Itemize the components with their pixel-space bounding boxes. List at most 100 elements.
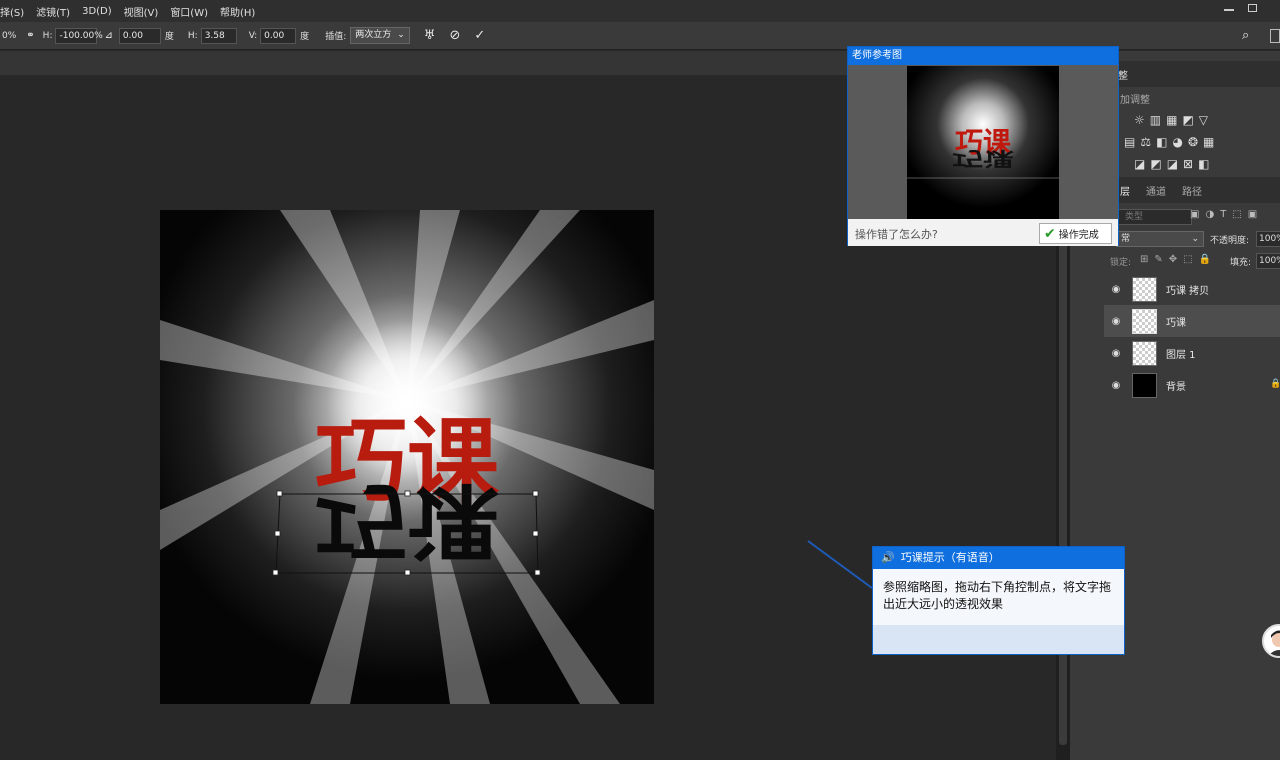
- posterize-icon[interactable]: ◩: [1150, 157, 1166, 171]
- channel-mixer-icon[interactable]: ❂: [1188, 135, 1203, 149]
- brightness-icon[interactable]: ☼: [1134, 113, 1150, 127]
- eye-icon[interactable]: ◉: [1104, 284, 1128, 295]
- layer-name: 巧课 拷贝: [1166, 285, 1210, 297]
- filter-icons: ▣◑T⬚▣: [1190, 209, 1263, 220]
- menu-view[interactable]: 视图(V): [118, 4, 165, 19]
- hue-icon[interactable]: ▤: [1124, 135, 1140, 149]
- lookup-icon[interactable]: ▦: [1203, 135, 1219, 149]
- layer-thumbnail: [1132, 276, 1157, 302]
- vibrance-icon[interactable]: ▽: [1199, 113, 1213, 127]
- document-canvas[interactable]: 巧课 巧课: [160, 210, 654, 704]
- layers-tab-strip: 层 通道 路径: [1104, 177, 1280, 203]
- threshold-icon[interactable]: ◪: [1167, 157, 1183, 171]
- menu-3d[interactable]: 3D(D): [76, 6, 118, 17]
- menu-filter[interactable]: 滤镜(T): [30, 4, 76, 19]
- restore-button[interactable]: [1248, 4, 1257, 12]
- hint-body: 参照缩略图，拖动右下角控制点，将文字拖出近大远小的透视效果: [873, 569, 1124, 625]
- reference-popup: 老师参考图 巧课 巧课 操作错了怎么办? ✔ 操作完成: [847, 46, 1119, 246]
- chevron-down-icon: ⌄: [1191, 234, 1199, 244]
- layer-name: 背景: [1166, 381, 1186, 393]
- exposure-icon[interactable]: ◩: [1182, 113, 1198, 127]
- blend-mode-select[interactable]: 常 ⌄: [1116, 231, 1204, 247]
- lock-artboard-icon[interactable]: ⬚: [1183, 254, 1198, 265]
- eye-icon[interactable]: ◉: [1104, 316, 1128, 327]
- hskew-label: H:: [187, 30, 198, 41]
- avatar-icon: [1268, 630, 1280, 656]
- reference-reflection: 巧课: [952, 147, 1014, 170]
- h-scale-field[interactable]: -100.00%: [55, 27, 103, 44]
- adjustment-icons: ☼▥▦◩▽ ▤⚖◧◕❂▦ ◪◩◪⊠◧: [1124, 109, 1264, 175]
- link-icon[interactable]: ⚭: [26, 30, 34, 41]
- lock-icon: 🔒: [1270, 379, 1280, 389]
- angle-field[interactable]: 0.00: [118, 27, 161, 44]
- reflection-text: 巧课: [315, 472, 499, 568]
- photo-filter-icon[interactable]: ◕: [1172, 135, 1187, 149]
- kind-placeholder: 类型: [1125, 212, 1144, 222]
- done-label: 操作完成: [1058, 230, 1099, 241]
- done-button[interactable]: ✔ 操作完成: [1039, 223, 1112, 244]
- adjustments-tab[interactable]: 整: [1118, 67, 1128, 82]
- tab-paths[interactable]: 路径: [1182, 183, 1202, 198]
- curves-icon[interactable]: ▦: [1166, 113, 1182, 127]
- hint-footer: [873, 625, 1124, 654]
- hint-title: 巧课提示（有语音）: [900, 551, 1000, 564]
- bw-icon[interactable]: ◧: [1156, 135, 1172, 149]
- layer-name: 巧课: [1166, 317, 1186, 329]
- layer-row-selected[interactable]: ◉ 巧课: [1104, 305, 1280, 337]
- menu-bar: 择(S) 滤镜(T) 3D(D) 视图(V) 窗口(W) 帮助(H): [0, 0, 1280, 22]
- layer-row[interactable]: ◉ 图层 1: [1104, 337, 1280, 369]
- filter-pixel-icon[interactable]: ▣: [1190, 209, 1205, 220]
- lock-all-icon[interactable]: 🔒: [1199, 254, 1217, 265]
- help-link[interactable]: 操作错了怎么办?: [855, 226, 938, 242]
- eye-icon[interactable]: ◉: [1104, 348, 1128, 359]
- h-label: H:: [42, 30, 53, 41]
- lock-move-icon[interactable]: ✥: [1169, 254, 1183, 265]
- fill-field[interactable]: 100%: [1256, 253, 1280, 269]
- interp-value: 两次立方: [355, 30, 392, 40]
- tab-layers[interactable]: 层: [1120, 183, 1130, 198]
- angle-icon: ⊿: [104, 30, 113, 41]
- minimize-button[interactable]: [1224, 9, 1234, 11]
- speaker-icon[interactable]: 🔊: [881, 547, 895, 569]
- lock-label: 锁定:: [1110, 258, 1132, 268]
- vskew-label: V:: [248, 30, 258, 41]
- layer-row[interactable]: ◉ 背景 🔒: [1104, 369, 1280, 401]
- filter-type-icon[interactable]: T: [1220, 209, 1232, 220]
- cancel-transform-icon[interactable]: ⊘: [449, 28, 460, 43]
- warp-icon[interactable]: ♅: [424, 28, 436, 43]
- filter-smart-icon[interactable]: ▣: [1248, 209, 1263, 220]
- hint-title-bar: 🔊 巧课提示（有语音）: [873, 547, 1124, 569]
- layer-row[interactable]: ◉ 巧课 拷贝: [1104, 273, 1280, 305]
- balance-icon[interactable]: ⚖: [1140, 135, 1156, 149]
- chevron-down-icon: ⌄: [397, 30, 405, 40]
- opacity-field[interactable]: 100%: [1256, 231, 1280, 247]
- reference-footer: 操作错了怎么办? ✔ 操作完成: [848, 219, 1118, 246]
- blend-mode-value: 常: [1121, 234, 1131, 244]
- lock-paint-icon[interactable]: ✎: [1154, 254, 1168, 265]
- interp-label: 插值:: [325, 32, 347, 42]
- filter-adjust-icon[interactable]: ◑: [1205, 209, 1220, 220]
- scale-percent: 0%: [2, 30, 17, 41]
- reference-artwork: 巧课 巧课: [907, 66, 1059, 219]
- fill-label: 填充:: [1230, 258, 1252, 268]
- menu-help[interactable]: 帮助(H): [214, 4, 261, 19]
- search-icon[interactable]: ⌕: [1242, 28, 1249, 43]
- commit-transform-icon[interactable]: ✓: [474, 28, 485, 43]
- selective-color-icon[interactable]: ◧: [1198, 157, 1214, 171]
- eye-icon[interactable]: ◉: [1104, 380, 1128, 391]
- levels-icon[interactable]: ▥: [1150, 113, 1166, 127]
- canvas-artwork: 巧课 巧课: [160, 210, 654, 704]
- interp-select[interactable]: 两次立方 ⌄: [350, 27, 410, 44]
- hskew-field[interactable]: 3.58: [200, 27, 237, 44]
- vskew-field[interactable]: 0.00: [260, 27, 297, 44]
- lock-pixels-icon[interactable]: ⊞: [1140, 254, 1154, 265]
- invert-icon[interactable]: ◪: [1134, 157, 1150, 171]
- filter-shape-icon[interactable]: ⬚: [1232, 209, 1247, 220]
- check-icon: ✔: [1044, 225, 1056, 242]
- kind-filter[interactable]: 类型: [1116, 209, 1192, 225]
- workspace-icon[interactable]: [1270, 29, 1280, 43]
- menu-select[interactable]: 择(S): [0, 4, 30, 19]
- tab-channels[interactable]: 通道: [1146, 183, 1166, 198]
- menu-window[interactable]: 窗口(W): [164, 4, 214, 19]
- gradient-map-icon[interactable]: ⊠: [1183, 157, 1198, 171]
